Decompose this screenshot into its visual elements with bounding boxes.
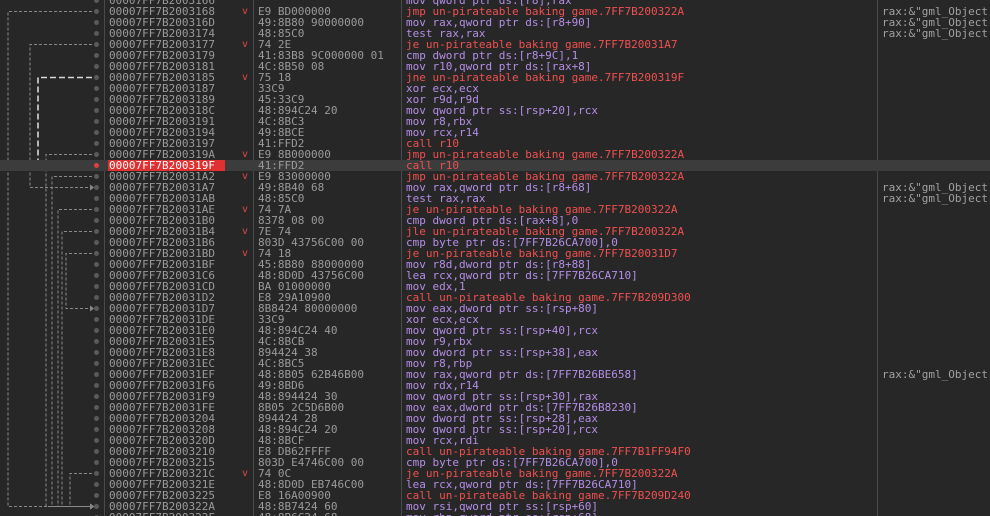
breakpoint-dot-icon[interactable] <box>94 460 99 465</box>
breakpoint-dot-icon[interactable] <box>94 218 99 223</box>
breakpoint-dot-icon[interactable] <box>94 339 99 344</box>
instruction-comment: rax:&"gml_Object <box>882 27 988 40</box>
jump-marker-icon: v <box>242 39 249 50</box>
breakpoint-dot-icon[interactable] <box>94 416 99 421</box>
breakpoint-dot-icon[interactable] <box>94 119 99 124</box>
breakpoint-dot-icon[interactable] <box>94 240 99 245</box>
instruction-comment: rax:&"gml_Object <box>882 368 988 381</box>
breakpoint-dot-icon[interactable] <box>94 251 99 256</box>
jump-marker-icon: v <box>242 72 249 83</box>
breakpoint-dot-icon[interactable] <box>94 141 99 146</box>
breakpoint-dot-icon[interactable] <box>94 196 99 201</box>
jump-marker-icon: v <box>242 6 249 17</box>
breakpoint-dot-icon[interactable] <box>94 42 99 47</box>
breakpoint-dot-icon[interactable] <box>94 86 99 91</box>
breakpoint-dot-icon[interactable] <box>94 449 99 454</box>
breakpoint-dot-icon[interactable] <box>94 20 99 25</box>
jump-marker-icon: v <box>242 248 249 259</box>
instruction-address: 00007FF7B200322F <box>108 512 225 516</box>
breakpoint-dot-icon[interactable] <box>94 262 99 267</box>
instruction-bytes: 48:8B6C24 68 <box>258 512 337 516</box>
breakpoint-dot-icon[interactable] <box>94 405 99 410</box>
breakpoint-dot-icon[interactable] <box>94 361 99 366</box>
jump-marker-icon: v <box>242 171 249 182</box>
breakpoint-dot-icon[interactable] <box>94 493 99 498</box>
breakpoint-dot-icon[interactable] <box>94 383 99 388</box>
breakpoint-dot-icon[interactable] <box>94 295 99 300</box>
breakpoint-dot-icon[interactable] <box>94 53 99 58</box>
breakpoint-dot-icon[interactable] <box>94 185 99 190</box>
breakpoint-dot-icon[interactable] <box>94 317 99 322</box>
breakpoint-dot-icon[interactable] <box>94 64 99 69</box>
disassembly-view[interactable]: 00007FF7B2003166 mov qword ptr ds:[r8],ra… <box>0 0 990 516</box>
breakpoint-dot-icon[interactable] <box>94 0 99 3</box>
jump-marker-icon: v <box>242 204 249 215</box>
breakpoint-dot-icon[interactable] <box>94 31 99 36</box>
breakpoint-icon[interactable] <box>94 163 99 168</box>
jump-marker-icon: v <box>242 149 249 160</box>
breakpoint-dot-icon[interactable] <box>94 229 99 234</box>
instruction-text[interactable]: mov rbp,qword ptr ss:[rsp+68] <box>406 512 598 516</box>
breakpoint-dot-icon[interactable] <box>94 471 99 476</box>
breakpoint-dot-icon[interactable] <box>94 174 99 179</box>
breakpoint-dot-icon[interactable] <box>94 284 99 289</box>
breakpoint-dot-icon[interactable] <box>94 207 99 212</box>
breakpoint-dot-icon[interactable] <box>94 482 99 487</box>
breakpoint-dot-icon[interactable] <box>94 9 99 14</box>
breakpoint-dot-icon[interactable] <box>94 108 99 113</box>
jump-marker-icon: v <box>242 468 249 479</box>
instruction-comment: rax:&"gml_Object <box>882 192 988 205</box>
breakpoint-dot-icon[interactable] <box>94 75 99 80</box>
breakpoint-dot-icon[interactable] <box>94 394 99 399</box>
breakpoint-dot-icon[interactable] <box>94 152 99 157</box>
jump-marker-icon: v <box>242 226 249 237</box>
breakpoint-dot-icon[interactable] <box>94 306 99 311</box>
breakpoint-dot-icon[interactable] <box>94 438 99 443</box>
breakpoint-dot-icon[interactable] <box>94 328 99 333</box>
instruction-row[interactable]: 00007FF7B200322F 48:8B6C24 68 mov rbp,qwor… <box>0 512 990 516</box>
breakpoint-dot-icon[interactable] <box>94 97 99 102</box>
breakpoint-dot-icon[interactable] <box>94 427 99 432</box>
breakpoint-dot-icon[interactable] <box>94 372 99 377</box>
breakpoint-dot-icon[interactable] <box>94 273 99 278</box>
breakpoint-dot-icon[interactable] <box>94 130 99 135</box>
breakpoint-dot-icon[interactable] <box>94 504 99 509</box>
breakpoint-dot-icon[interactable] <box>94 350 99 355</box>
